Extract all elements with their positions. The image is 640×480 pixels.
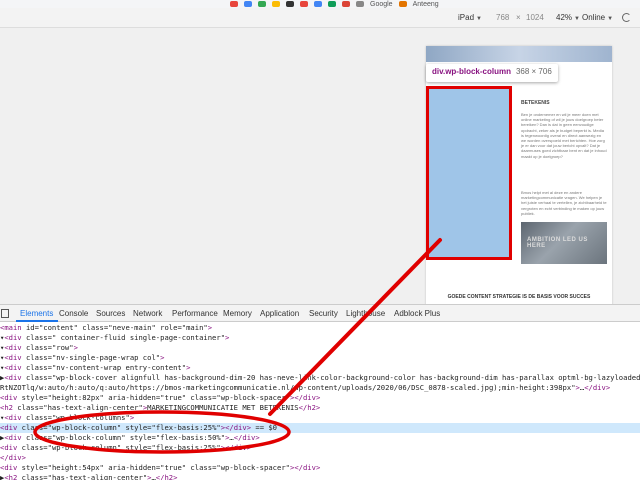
tab-console[interactable]: Console: [59, 309, 88, 318]
hero-image: [426, 46, 612, 62]
devtools-screenshot: Google Anteeng iPad ▼ 768 × 1024 42% ▼ Onl…: [0, 0, 640, 480]
bookmark-google[interactable]: Google: [370, 1, 393, 8]
device-toolbar: iPad ▼ 768 × 1024 42% ▼ Online ▼: [0, 8, 640, 28]
devtools-tabbar: Elements Console Sources Network Perform…: [0, 304, 640, 322]
dom-node-line[interactable]: <h2 class="has-text-align-center">MARKET…: [0, 403, 640, 413]
tooltip-size: 368 × 706: [515, 67, 552, 76]
photo-caption: AMBITION LED US HERE: [527, 237, 588, 249]
bookmark-icon[interactable]: [286, 1, 294, 7]
dom-node-line[interactable]: </div>: [0, 453, 640, 463]
rotate-icon: [622, 13, 631, 22]
element-tooltip: div.wp-block-column 368 × 706: [426, 64, 558, 82]
rotate-button[interactable]: [622, 13, 631, 22]
chevron-down-icon: ▼: [607, 16, 614, 22]
dom-node-line[interactable]: ▶<h2 class="has-text-align-center">…</h2…: [0, 473, 640, 480]
network-value: Online: [582, 13, 606, 22]
dom-node-line[interactable]: ▶<div class="wp-block-cover alignfull ha…: [0, 373, 640, 383]
tab-memory[interactable]: Memory: [223, 309, 252, 318]
dom-node-line[interactable]: <div class="wp-block-column" style="flex…: [0, 443, 640, 453]
dom-node-line[interactable]: <div class="wp-block-column" style="flex…: [0, 423, 640, 433]
bookmarks-bar: Google Anteeng: [0, 0, 640, 8]
tab-application[interactable]: Application: [260, 309, 299, 318]
dom-node-line[interactable]: ▾<div class=" container-fluid single-pag…: [0, 333, 640, 343]
tab-security[interactable]: Security: [309, 309, 338, 318]
dom-node-line[interactable]: <main id="content" class="neve-main" rol…: [0, 323, 640, 333]
page-title: BETEKENIS: [521, 100, 550, 106]
dom-node-line[interactable]: <div style="height:54px" aria-hidden="tr…: [0, 463, 640, 473]
bookmark-anteeng[interactable]: Anteeng: [413, 1, 439, 8]
zoom-select[interactable]: 42% ▼: [556, 13, 580, 22]
chevron-down-icon: ▼: [476, 16, 482, 22]
dom-node-line[interactable]: <div style="height:82px" aria-hidden="tr…: [0, 393, 640, 403]
dom-node-line[interactable]: ▾<div class="nv-single-page-wrap col">: [0, 353, 640, 363]
ambition-photo: AMBITION LED US HERE: [521, 222, 607, 264]
chevron-down-icon: ▼: [574, 16, 580, 22]
dom-node-line[interactable]: ▾<div class="wp-block-columns">: [0, 413, 640, 423]
bookmark-icon[interactable]: [258, 1, 266, 7]
times-sign: ×: [516, 13, 521, 22]
tab-lighthouse[interactable]: Lighthouse: [346, 309, 385, 318]
dom-node-line[interactable]: RtNZOTlq/w:auto/h:auto/q:auto/https://bm…: [0, 383, 640, 393]
tab-elements[interactable]: Elements: [20, 309, 53, 318]
device-name: iPad: [458, 13, 475, 22]
tab-adblock-plus[interactable]: Adblock Plus: [394, 309, 440, 318]
width-input[interactable]: 768: [496, 13, 509, 22]
intro-paragraph: Ben je ondernemer en wil je meer doen me…: [521, 112, 607, 159]
tab-sources[interactable]: Sources: [96, 309, 125, 318]
dom-node-line[interactable]: ▶<div class="wp-block-column" style="fle…: [0, 433, 640, 443]
bookmark-icon[interactable]: [342, 1, 350, 7]
device-frame: BETEKENIS Ben je ondernemer en wil je me…: [426, 46, 612, 316]
bookmark-icon[interactable]: [398, 1, 407, 7]
tab-network[interactable]: Network: [133, 309, 162, 318]
bookmark-icon[interactable]: [300, 1, 308, 7]
bookmark-icon[interactable]: [230, 1, 238, 7]
height-input[interactable]: 1024: [526, 13, 544, 22]
bookmark-icon[interactable]: [272, 1, 280, 7]
highlighted-column: [426, 86, 512, 260]
dom-node-line[interactable]: ▾<div class="row">: [0, 343, 640, 353]
second-paragraph: Bmos helpt met al deze en andere marketi…: [521, 190, 607, 216]
tab-performance[interactable]: Performance: [172, 309, 218, 318]
dom-node-line[interactable]: ▾<div class="nv-content-wrap entry-conte…: [0, 363, 640, 373]
tooltip-selector: div.wp-block-column: [432, 67, 511, 76]
elements-tree: <main id="content" class="neve-main" rol…: [0, 322, 640, 480]
bookmark-icon[interactable]: [244, 1, 252, 7]
inspect-element-icon[interactable]: [1, 309, 9, 318]
bookmark-icon[interactable]: [314, 1, 322, 7]
bookmark-icon[interactable]: [328, 1, 336, 7]
bookmark-icon[interactable]: [356, 1, 364, 7]
section-heading: GOEDE CONTENT STRATEGIE IS DE BASIS VOOR…: [447, 294, 591, 300]
device-select[interactable]: iPad ▼: [458, 13, 482, 22]
zoom-value: 42%: [556, 13, 573, 22]
network-select[interactable]: Online ▼: [582, 13, 613, 22]
